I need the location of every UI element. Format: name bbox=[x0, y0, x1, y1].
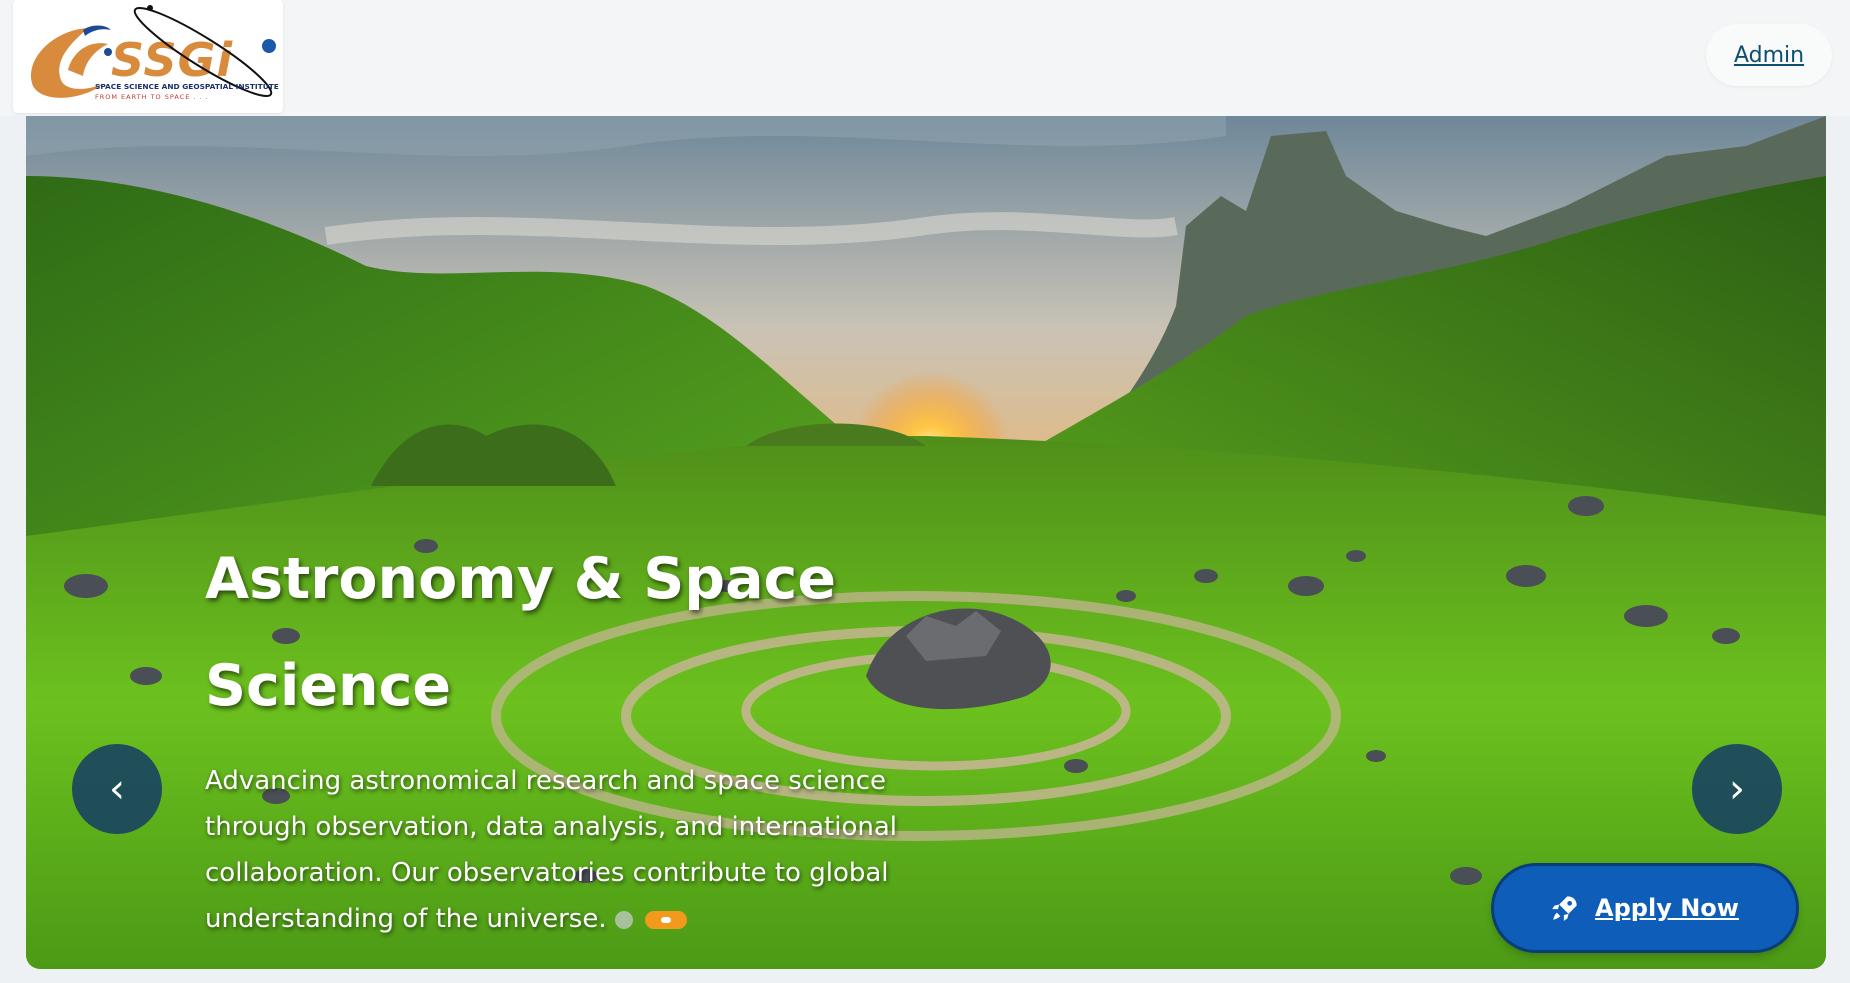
carousel-indicator-2-active[interactable] bbox=[644, 910, 687, 929]
carousel-prev-button[interactable]: ‹ bbox=[72, 744, 162, 834]
rocket-icon bbox=[1552, 896, 1577, 921]
chevron-left-icon: ‹ bbox=[109, 766, 125, 812]
carousel-indicators bbox=[614, 910, 687, 929]
chevron-right-icon: › bbox=[1729, 766, 1745, 812]
hero-description-text: Advancing astronomical research and spac… bbox=[205, 766, 898, 934]
hero-carousel: Astronomy & Space Science Advancing astr… bbox=[26, 116, 1826, 969]
site-header: SSGi SPACE SCIENCE AND GEOSPATIAL INSTIT… bbox=[0, 0, 1850, 116]
admin-pill: Admin bbox=[1706, 24, 1832, 86]
hero-title: Astronomy & Space Science bbox=[205, 546, 837, 719]
hero-caption: Astronomy & Space Science Advancing astr… bbox=[205, 526, 1005, 942]
carousel-indicator-1[interactable] bbox=[614, 910, 633, 929]
logo-graphic: SSGi SPACE SCIENCE AND GEOSPATIAL INSTIT… bbox=[31, 5, 279, 101]
svg-text:SSGi: SSGi bbox=[111, 33, 233, 87]
logo-institute-text: SPACE SCIENCE AND GEOSPATIAL INSTITUTE bbox=[95, 82, 279, 91]
admin-link[interactable]: Admin bbox=[1734, 43, 1804, 68]
logo-tagline-text: FROM EARTH TO SPACE . . . bbox=[95, 93, 209, 101]
hero-description: Advancing astronomical research and spac… bbox=[205, 758, 925, 942]
page: SSGi SPACE SCIENCE AND GEOSPATIAL INSTIT… bbox=[0, 0, 1850, 983]
apply-now-label: Apply Now bbox=[1595, 894, 1739, 922]
ssgi-logo[interactable]: SSGi SPACE SCIENCE AND GEOSPATIAL INSTIT… bbox=[13, 0, 283, 113]
carousel-next-button[interactable]: › bbox=[1692, 744, 1782, 834]
apply-now-button[interactable]: Apply Now bbox=[1494, 866, 1796, 950]
